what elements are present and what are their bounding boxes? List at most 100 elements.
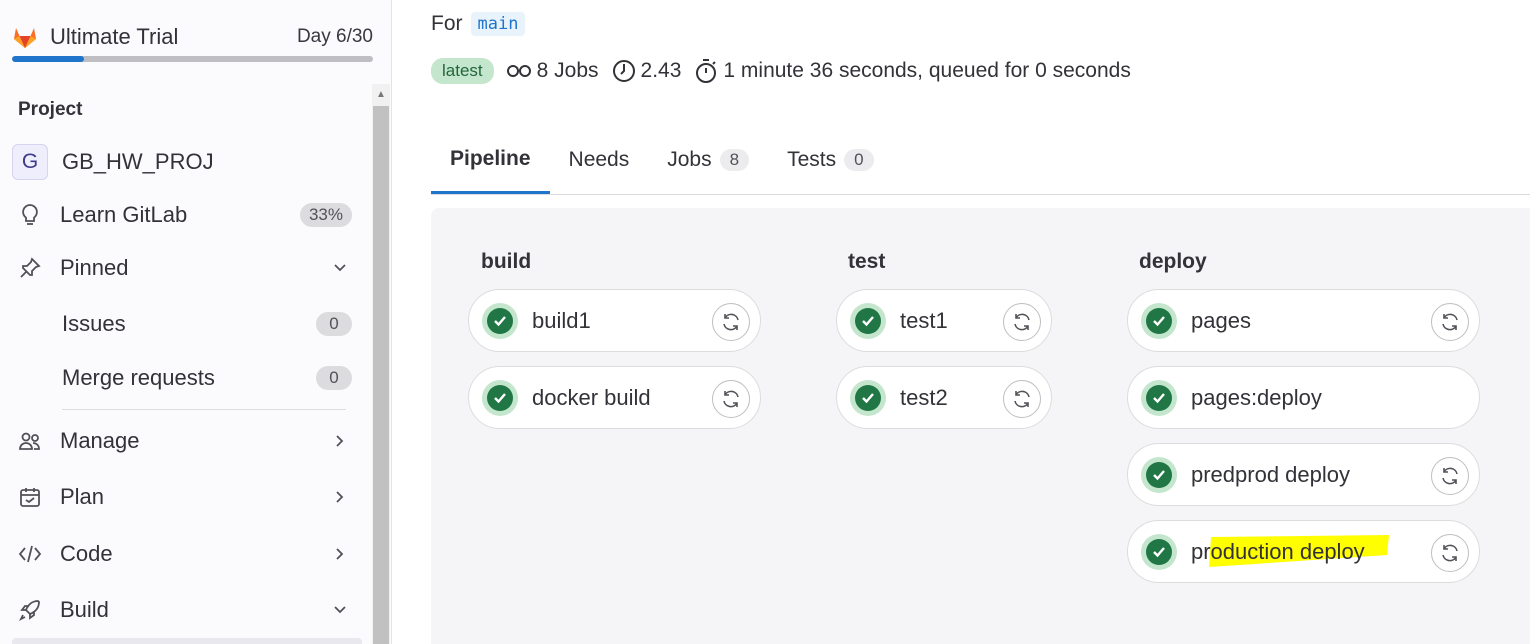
project-name: GB_HW_PROJ [62, 149, 214, 174]
status-success-icon [482, 302, 518, 339]
tab-tests[interactable]: Tests 0 [768, 126, 892, 194]
chevron-right-icon [331, 488, 349, 506]
job-docker-build[interactable]: docker build [468, 366, 761, 429]
sidebar-item-build[interactable]: Build [12, 588, 357, 632]
pipeline-tabs: Pipeline Needs Jobs 8 Tests 0 [431, 126, 1530, 195]
latest-badge: latest [431, 58, 494, 84]
job-test1[interactable]: test1 [836, 289, 1052, 352]
sidebar-item-merge-requests[interactable]: Merge requests 0 [12, 356, 357, 400]
trial-day: Day 6/30 [296, 26, 373, 47]
branch-link[interactable]: main [470, 12, 526, 36]
status-success-icon [850, 379, 886, 416]
job-name-text: test1 [900, 307, 948, 333]
trial-widget[interactable]: Ultimate Trial Day 6/30 [12, 22, 373, 62]
job-name: production deploy [1191, 534, 1389, 567]
scrollbar-thumb[interactable] [373, 106, 389, 644]
bulb-icon [16, 201, 44, 229]
job-name: predprod deploy [1191, 462, 1350, 488]
status-success-icon [850, 302, 886, 339]
stage-title-build: build [481, 250, 532, 273]
main-content: For main latest 8 Jobs 2.43 1 minute 36 … [393, 0, 1530, 644]
users-icon [16, 427, 44, 455]
job-name: test1 [900, 308, 948, 334]
jobs-count: 8 Jobs [506, 59, 599, 83]
job-build1[interactable]: build1 [468, 289, 761, 352]
retry-icon[interactable] [712, 303, 750, 341]
sidebar-item-label: Issues [62, 311, 126, 336]
jobs-count-text: 8 Jobs [536, 59, 599, 82]
sidebar-scrollbar[interactable]: ▲ [372, 84, 390, 644]
retry-icon[interactable] [1003, 303, 1041, 341]
sidebar-item-label: Learn GitLab [60, 202, 188, 227]
trial-progress-fill [12, 56, 85, 62]
trial-title: Ultimate Trial [50, 24, 179, 49]
section-label: Project [18, 99, 83, 120]
job-test2[interactable]: test2 [836, 366, 1052, 429]
job-name-text: build1 [532, 307, 591, 333]
duration-text: 1 minute 36 seconds, queued for 0 second… [723, 59, 1131, 82]
job-name-text: docker build [532, 384, 651, 410]
status-success-icon [1141, 533, 1177, 570]
chevron-down-icon [331, 259, 349, 277]
sidebar-active-item-edge [12, 638, 362, 644]
timer-icon [696, 59, 717, 83]
compute-usage: 2.43 [612, 59, 682, 83]
chevron-right-icon [331, 432, 349, 450]
for-label: For [431, 12, 463, 35]
pipeline-ref: For main [431, 12, 526, 36]
sidebar-item-label: Manage [60, 428, 140, 453]
pipeline-icon [506, 65, 531, 77]
sidebar-item-manage[interactable]: Manage [12, 419, 357, 463]
retry-icon[interactable] [1431, 534, 1469, 572]
job-name: docker build [532, 385, 651, 411]
sidebar: Ultimate Trial Day 6/30 ▲ Project G GB_H… [0, 0, 392, 644]
count-badge: 0 [316, 366, 352, 390]
job-name: pages [1191, 308, 1251, 334]
stage-title-deploy: deploy [1139, 250, 1207, 273]
job-production-deploy[interactable]: production deploy [1127, 520, 1480, 583]
job-pages-deploy[interactable]: pages:deploy [1127, 366, 1480, 429]
scroll-up-arrow-icon[interactable]: ▲ [372, 84, 390, 104]
compute-value: 2.43 [640, 59, 682, 82]
sidebar-item-issues[interactable]: Issues 0 [12, 302, 357, 346]
duration: 1 minute 36 seconds, queued for 0 second… [694, 58, 1131, 84]
job-name-text: predprod deploy [1191, 461, 1351, 487]
tab-label: Pipeline [450, 146, 531, 170]
status-success-icon [1141, 302, 1177, 339]
sidebar-item-project[interactable]: G GB_HW_PROJ [12, 140, 357, 184]
chevron-down-icon [331, 601, 349, 619]
retry-icon[interactable] [712, 380, 750, 418]
pin-icon [16, 254, 44, 282]
status-success-icon [482, 379, 518, 416]
sidebar-item-code[interactable]: Code [12, 532, 357, 576]
retry-icon[interactable] [1003, 380, 1041, 418]
tab-jobs[interactable]: Jobs 8 [648, 126, 768, 194]
trial-progress-bar [12, 56, 373, 62]
tab-needs[interactable]: Needs [550, 126, 649, 194]
job-name: build1 [532, 308, 591, 334]
job-name-text: pages:deploy [1191, 384, 1322, 410]
pipeline-meta: latest 8 Jobs 2.43 1 minute 36 seconds, … [431, 58, 1144, 84]
job-pages[interactable]: pages [1127, 289, 1480, 352]
retry-icon[interactable] [1431, 457, 1469, 495]
job-name-text: pages [1191, 307, 1251, 333]
sidebar-item-label: Merge requests [62, 365, 215, 390]
retry-icon[interactable] [1431, 303, 1469, 341]
job-predprod-deploy[interactable]: predprod deploy [1127, 443, 1480, 506]
tab-count: 8 [719, 149, 750, 171]
chevron-right-icon [331, 545, 349, 563]
sidebar-item-learn-gitlab[interactable]: Learn GitLab 33% [12, 193, 357, 237]
sidebar-item-plan[interactable]: Plan [12, 475, 357, 519]
sidebar-divider [62, 409, 346, 410]
tab-pipeline[interactable]: Pipeline [431, 126, 550, 194]
job-name-text: test2 [900, 384, 948, 410]
sidebar-item-pinned[interactable]: Pinned [12, 246, 357, 290]
count-badge: 0 [316, 312, 352, 336]
compute-icon [612, 60, 635, 82]
sidebar-item-label: Pinned [60, 255, 129, 280]
tab-label: Tests [787, 148, 837, 171]
rocket-icon [16, 596, 44, 624]
stage-title-test: test [848, 250, 886, 273]
job-name-text: production deploy [1191, 538, 1365, 564]
code-icon [16, 540, 44, 568]
